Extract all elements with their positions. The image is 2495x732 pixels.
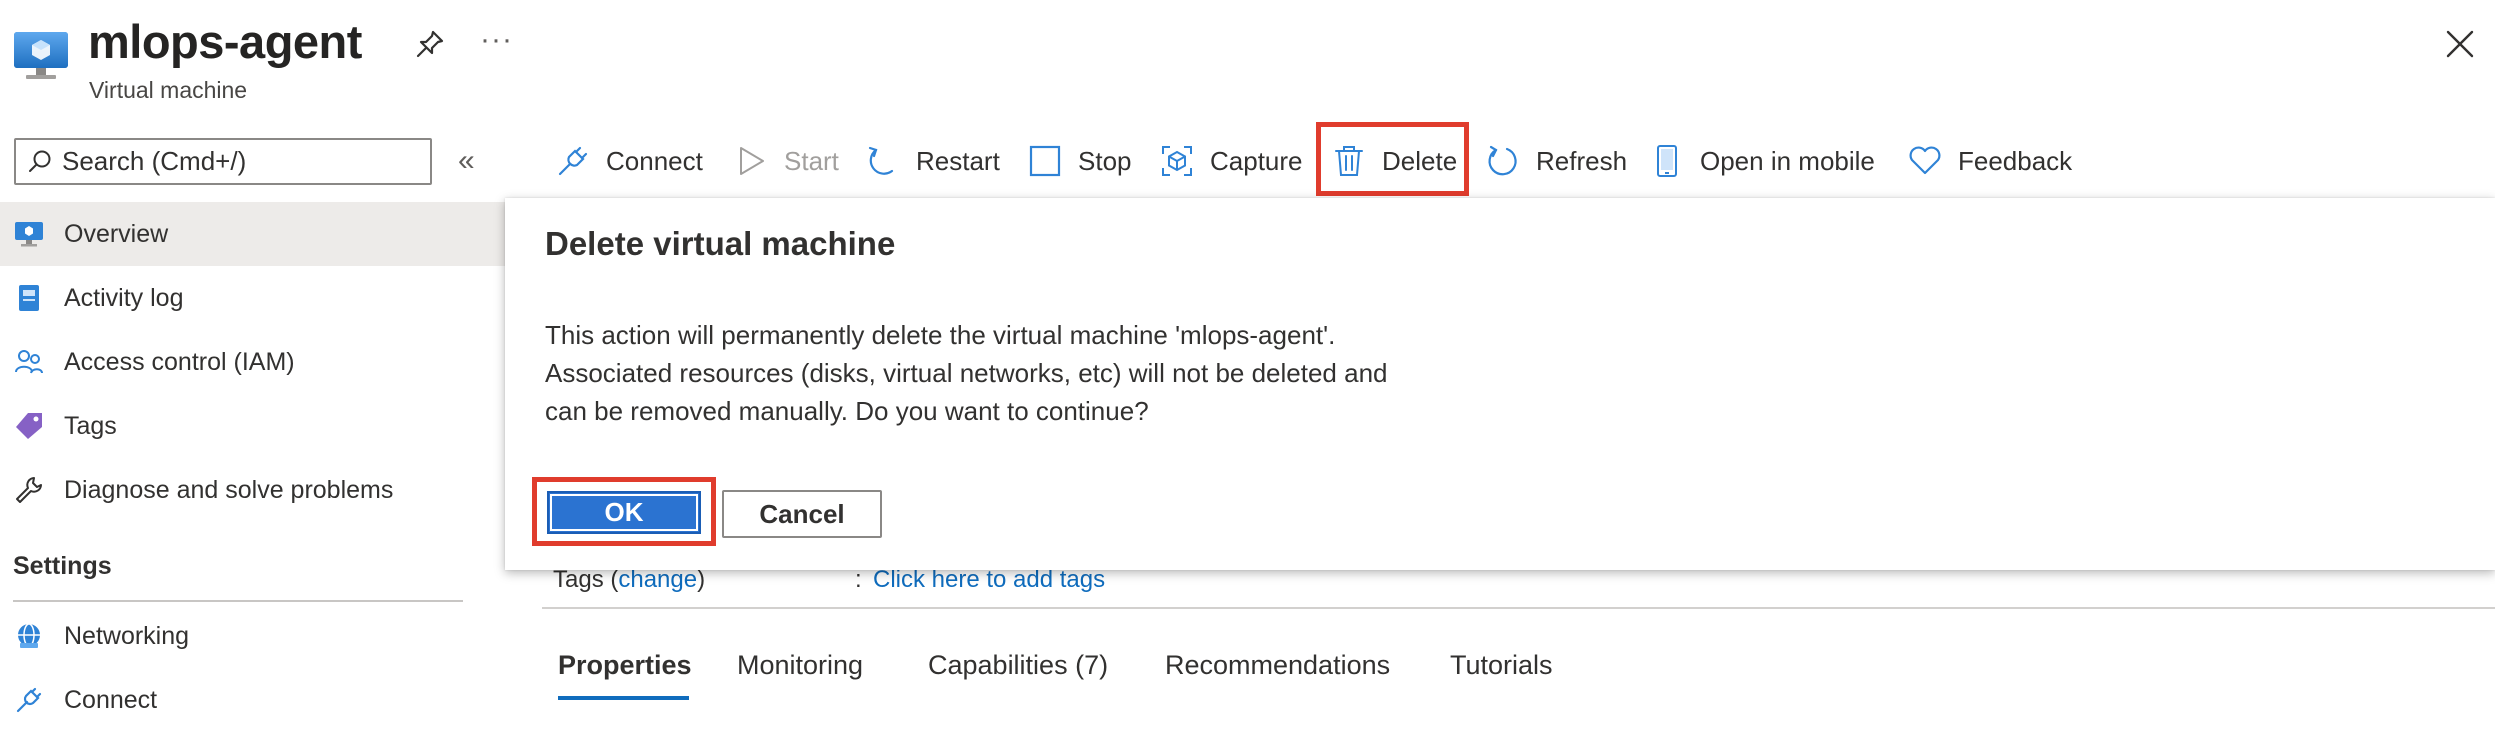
- tag-icon: [14, 411, 44, 441]
- tab-tutorials[interactable]: Tutorials: [1450, 650, 1553, 681]
- mobile-phone-icon: [1650, 144, 1684, 178]
- wrench-icon: [14, 475, 44, 505]
- sidebar-item-label: Connect: [64, 685, 158, 714]
- tags-field-label: Tags (change): [553, 566, 706, 593]
- sidebar-item-label: Diagnose and solve problems: [64, 475, 394, 504]
- virtual-machine-icon: [12, 26, 70, 84]
- open-in-mobile-button[interactable]: Open in mobile: [1650, 128, 1875, 194]
- start-label: Start: [784, 145, 839, 176]
- activity-log-icon: [14, 283, 44, 313]
- tab-recommendations[interactable]: Recommendations: [1165, 650, 1390, 681]
- add-tags-link[interactable]: Click here to add tags: [873, 566, 1105, 594]
- stop-icon: [1028, 144, 1062, 178]
- sidebar-item-networking[interactable]: Networking: [0, 604, 505, 668]
- restart-icon: [866, 144, 900, 178]
- tab-monitoring[interactable]: Monitoring: [737, 650, 863, 681]
- tab-capabilities[interactable]: Capabilities (7): [928, 650, 1108, 681]
- connect-label: Connect: [606, 145, 703, 176]
- connect-button[interactable]: Connect: [556, 128, 703, 194]
- sidebar-item-connect[interactable]: Connect: [0, 668, 505, 732]
- stop-button[interactable]: Stop: [1028, 128, 1132, 194]
- plug-icon: [14, 685, 44, 715]
- refresh-label: Refresh: [1536, 145, 1628, 176]
- active-tab-indicator: [558, 696, 689, 700]
- sidebar-item-access-control[interactable]: Access control (IAM): [0, 330, 505, 394]
- sidebar-item-label: Activity log: [64, 283, 184, 312]
- search-input[interactable]: [60, 145, 420, 178]
- sidebar-item-overview[interactable]: Overview: [0, 202, 505, 266]
- feedback-label: Feedback: [1958, 145, 2073, 176]
- tags-separator: :: [855, 566, 862, 593]
- heart-icon: [1908, 144, 1942, 178]
- section-divider: [13, 600, 463, 602]
- refresh-icon: [1486, 144, 1520, 178]
- plug-icon: [556, 144, 590, 178]
- restart-button[interactable]: Restart: [866, 128, 1000, 194]
- collapse-sidebar-icon[interactable]: «: [458, 146, 475, 176]
- page-subtitle: Virtual machine: [89, 77, 248, 103]
- sidebar-item-label: Overview: [64, 219, 169, 248]
- tags-change-link[interactable]: change: [618, 566, 697, 593]
- delete-button[interactable]: Delete: [1332, 128, 1457, 194]
- search-icon: [26, 148, 54, 176]
- page-title: mlops-agent: [88, 15, 362, 68]
- capture-icon: [1160, 144, 1194, 178]
- feedback-button[interactable]: Feedback: [1908, 128, 2072, 194]
- play-icon: [734, 144, 768, 178]
- vm-monitor-icon: [14, 219, 44, 249]
- trash-icon: [1332, 144, 1366, 178]
- pin-icon[interactable]: [414, 28, 446, 60]
- content-divider: [542, 607, 2495, 609]
- open-in-mobile-label: Open in mobile: [1700, 145, 1875, 176]
- sidebar-item-activity-log[interactable]: Activity log: [0, 266, 505, 330]
- ok-button[interactable]: OK: [547, 491, 701, 534]
- sidebar-item-label: Access control (IAM): [64, 347, 295, 376]
- close-icon[interactable]: [2442, 26, 2478, 62]
- restart-label: Restart: [916, 145, 1000, 176]
- sidebar-item-tags[interactable]: Tags: [0, 394, 505, 458]
- dialog-message: This action will permanently delete the …: [545, 320, 1388, 426]
- delete-label: Delete: [1382, 145, 1458, 176]
- cancel-button[interactable]: Cancel: [722, 490, 882, 538]
- sidebar-item-label: Tags: [64, 411, 117, 440]
- dialog-title: Delete virtual machine: [545, 225, 896, 262]
- more-options-icon[interactable]: ···: [480, 24, 513, 56]
- sidebar-item-diagnose[interactable]: Diagnose and solve problems: [0, 458, 505, 522]
- start-button[interactable]: Start: [734, 128, 839, 194]
- search-box[interactable]: [14, 138, 432, 185]
- sidebar-item-label: Networking: [64, 621, 190, 650]
- network-globe-icon: [14, 621, 44, 651]
- capture-label: Capture: [1210, 145, 1303, 176]
- capture-button[interactable]: Capture: [1160, 128, 1303, 194]
- refresh-button[interactable]: Refresh: [1486, 128, 1627, 194]
- tab-properties[interactable]: Properties: [558, 650, 692, 681]
- stop-label: Stop: [1078, 145, 1132, 176]
- people-icon: [14, 347, 44, 377]
- section-title-settings: Settings: [13, 552, 112, 580]
